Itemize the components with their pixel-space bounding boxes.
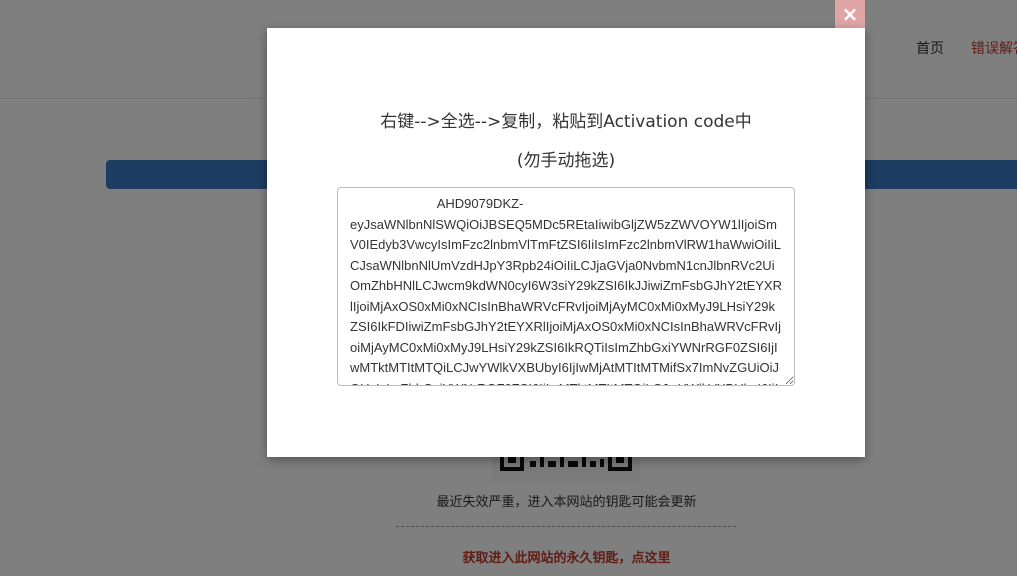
close-button[interactable]: × [835,0,865,28]
modal-title: 右键-->全选-->复制，粘贴到Activation code中 [380,112,752,132]
activation-code-textarea[interactable]: AHD9079DKZ- eyJsaWNlbnNlSWQiOiJBSEQ5MDc5… [337,187,795,386]
close-icon: × [841,2,859,26]
activation-code-modal: 右键-->全选-->复制，粘贴到Activation code中 (勿手动拖选)… [267,28,865,457]
modal-subtitle: (勿手动拖选) [516,151,616,171]
